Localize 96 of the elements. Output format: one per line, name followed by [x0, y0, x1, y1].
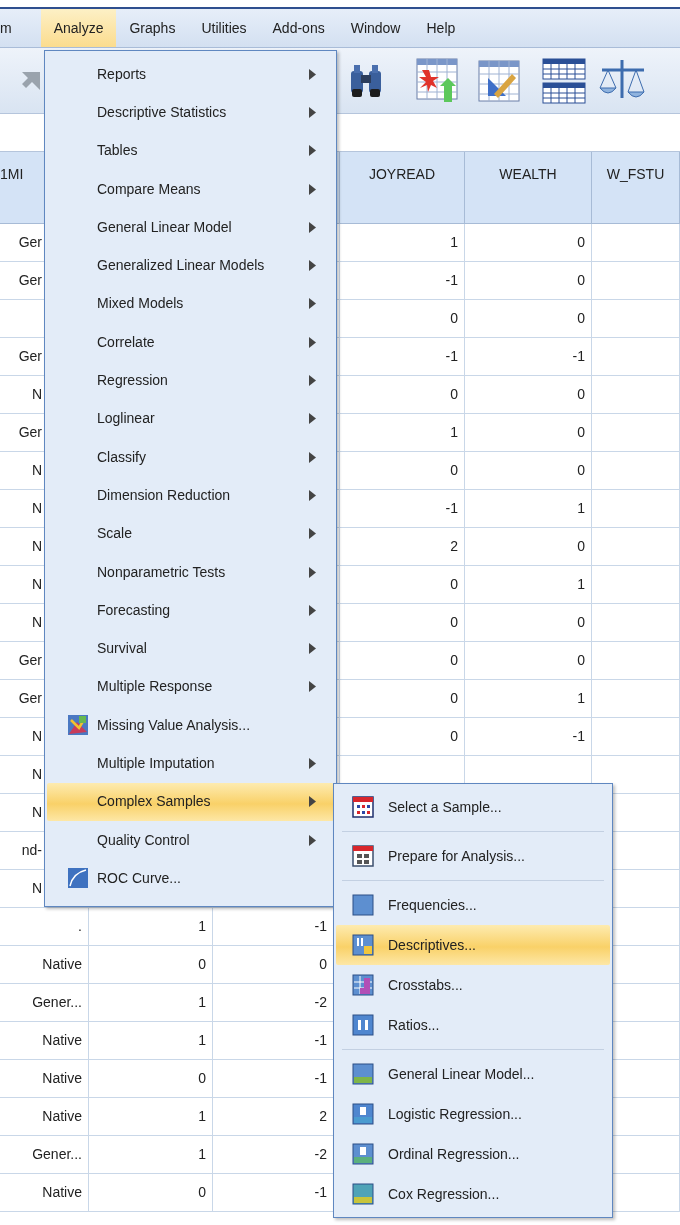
submenu-arrow-icon [309, 604, 316, 616]
submenu-arrow-icon [309, 528, 316, 540]
table-ruler-icon[interactable] [478, 59, 520, 102]
table-cell: 0 [89, 946, 213, 984]
submenu-arrow-icon [309, 68, 316, 80]
table-cell: 0 [89, 1174, 213, 1212]
menu-bar-item[interactable]: Window [337, 9, 414, 47]
table-cell: 0 [465, 414, 592, 452]
table-cell: 1 [340, 224, 465, 262]
submenu-arrow-icon [309, 834, 316, 846]
table-cell: Gener... [0, 984, 89, 1022]
table-cell: -1 [465, 718, 592, 756]
submenu-arrow-icon [309, 375, 316, 386]
submenu-arrow-icon [309, 643, 316, 655]
table-cell: 1 [89, 984, 213, 1022]
table-cell: -1 [340, 490, 465, 528]
table-cell: 1 [89, 1098, 213, 1136]
table-cell: . [0, 908, 89, 946]
menu-bar-item[interactable]: m [0, 9, 25, 47]
tile-icon [352, 1103, 374, 1125]
table-icon [352, 845, 374, 867]
table-cell: 0 [340, 376, 465, 414]
table-cell: 0 [340, 300, 465, 338]
submenu-arrow-icon [309, 566, 316, 578]
table-cell: 0 [465, 300, 592, 338]
submenu-arrow-icon [309, 336, 316, 348]
column-header: WEALTH [465, 152, 592, 224]
table-cell: 1 [89, 1022, 213, 1060]
table-cell: 0 [465, 224, 592, 262]
menu-item[interactable]: Descriptive Statistics [47, 93, 334, 132]
table-cell: Native [0, 946, 89, 984]
table-cell: 0 [465, 376, 592, 414]
menu-item[interactable]: Complex Samples [47, 782, 334, 821]
tile-icon [352, 894, 374, 916]
submenu-arrow-icon [309, 298, 316, 310]
table-cell: 0 [340, 604, 465, 642]
table-cell: 1 [465, 490, 592, 528]
tile-icon [352, 1063, 374, 1085]
table-cell: Native [0, 1022, 89, 1060]
table-cell: Native [0, 1174, 89, 1212]
table-cell: -1 [340, 338, 465, 376]
menu-item[interactable]: Select a Sample... [336, 787, 610, 827]
submenu-arrow-icon [309, 260, 316, 272]
menu-item[interactable]: Prepare for Analysis... [336, 836, 610, 876]
table-cell: 0 [340, 642, 465, 680]
table-cell: Gener... [0, 1136, 89, 1174]
missing-values-icon [67, 714, 89, 737]
submenu-arrow-icon [309, 106, 316, 118]
menu-bar-item[interactable]: Utilities [188, 9, 260, 47]
submenu-arrow-icon [309, 451, 316, 463]
table-cell: 1 [465, 680, 592, 718]
menu-item[interactable]: Reports [47, 55, 334, 94]
menu-bar-item[interactable]: Add-ons [259, 9, 338, 47]
binoculars-icon[interactable] [348, 62, 384, 99]
table-cell: 0 [465, 452, 592, 490]
table-cell: 1 [465, 566, 592, 604]
table-cell: 1 [89, 1136, 213, 1174]
table-cell: Native [0, 1060, 89, 1098]
curve-icon [67, 867, 89, 890]
tile-icon [352, 1014, 374, 1036]
table-icon [352, 796, 374, 818]
menu-item[interactable]: Descriptives... [336, 925, 610, 965]
table-cell: 2 [340, 528, 465, 566]
table-cell: 0 [465, 604, 592, 642]
submenu-arrow-icon [309, 413, 316, 425]
submenu-arrow-icon [309, 796, 316, 808]
menu-bar-item[interactable]: Analyze [40, 9, 117, 47]
column-header: JOYREAD [340, 152, 465, 224]
submenu-arrow-icon [309, 489, 316, 501]
table-cell: 0 [340, 718, 465, 756]
table-cell: 0 [340, 566, 465, 604]
table-cell: 0 [465, 642, 592, 680]
table-cell: -1 [340, 262, 465, 300]
tile-icon [352, 1183, 374, 1205]
table-cell: 1 [89, 908, 213, 946]
tile-icon [352, 1143, 374, 1165]
table-cell: 0 [465, 528, 592, 566]
table-cell: 0 [89, 1060, 213, 1098]
table-cell: -1 [465, 338, 592, 376]
submenu-arrow-icon [309, 758, 316, 769]
stacked-tables-icon[interactable] [542, 57, 586, 104]
column-header: W_FSTU [592, 152, 680, 224]
submenu-arrow-icon [309, 183, 316, 195]
submenu-arrow-icon [309, 145, 316, 157]
table-cell: 0 [465, 262, 592, 300]
submenu-arrow-icon [309, 681, 316, 693]
submenu-arrow-icon [309, 221, 316, 233]
menu-bar-item[interactable]: Help [413, 9, 469, 47]
crosstab-icon [352, 974, 374, 996]
chart-tile-icon [352, 934, 374, 956]
table-cell: Native [0, 1098, 89, 1136]
table-cell: 1 [340, 414, 465, 452]
table-cell: 0 [340, 680, 465, 718]
table-cell: 0 [340, 452, 465, 490]
menu-bar-item[interactable]: Graphs [116, 9, 189, 47]
table-asterisk-icon[interactable] [416, 57, 458, 104]
